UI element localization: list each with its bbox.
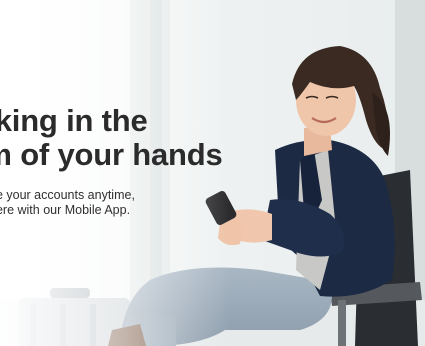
banner-headline: nking in the lm of your hands: [0, 104, 223, 172]
banner-photo: [0, 0, 425, 346]
text-overlay-fade: [0, 0, 230, 346]
subtext-line-2: here with our Mobile App.: [0, 203, 131, 217]
headline-line-2: lm of your hands: [0, 137, 223, 172]
banner-subtext: ge your accounts anytime, here with our …: [0, 188, 135, 218]
headline-line-1: nking in the: [0, 103, 148, 138]
promo-banner: nking in the lm of your hands ge your ac…: [0, 0, 425, 346]
subtext-line-1: ge your accounts anytime,: [0, 188, 135, 202]
